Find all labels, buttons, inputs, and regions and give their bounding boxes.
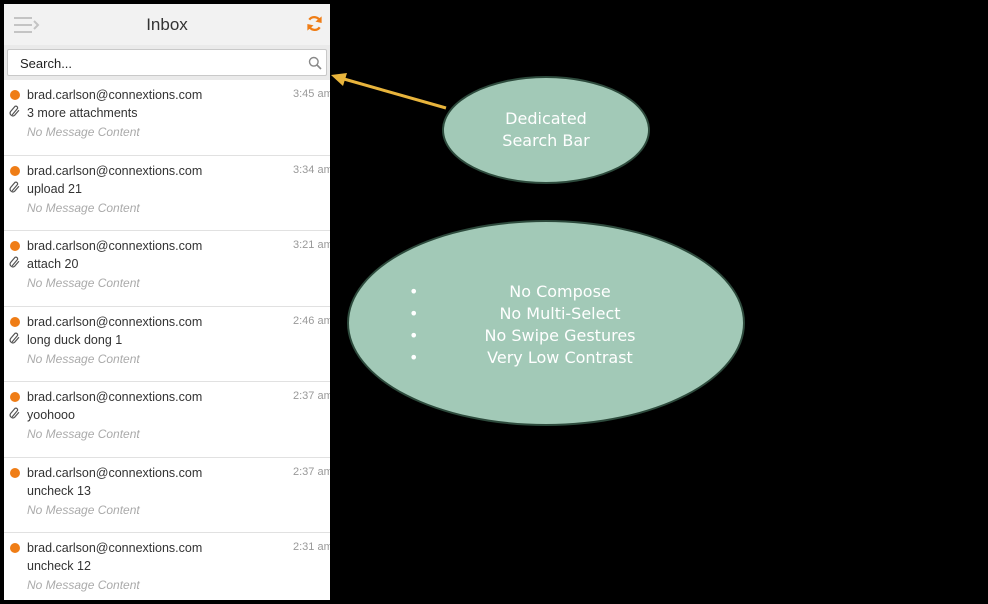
list-item[interactable]: brad.carlson@connextions.com 3:34 am upl… bbox=[4, 156, 330, 231]
message-preview: No Message Content bbox=[27, 351, 140, 366]
sender-email: brad.carlson@connextions.com bbox=[27, 314, 203, 329]
sender-email: brad.carlson@connextions.com bbox=[27, 390, 203, 404]
list-item[interactable]: brad.carlson@connextions.com 3:21 am att… bbox=[4, 231, 330, 307]
refresh-icon[interactable] bbox=[305, 14, 324, 33]
paperclip-icon bbox=[9, 105, 20, 117]
list-item[interactable]: brad.carlson@connextions.com 2:37 am unc… bbox=[4, 458, 330, 533]
message-preview: No Message Content bbox=[27, 200, 140, 215]
sender-email: brad.carlson@connextions.com bbox=[27, 88, 203, 102]
message-time: 2:37 am bbox=[293, 390, 330, 402]
sender-email: brad.carlson@connextions.com bbox=[27, 163, 203, 178]
message-preview: No Message Content bbox=[27, 276, 140, 290]
search-icon[interactable] bbox=[308, 56, 322, 70]
message-subject: 3 more attachments bbox=[27, 106, 138, 120]
unread-dot bbox=[10, 467, 20, 478]
message-subject: uncheck 13 bbox=[27, 483, 91, 498]
list-item[interactable]: brad.carlson@connextions.com 2:37 am yoo… bbox=[4, 382, 330, 458]
callout-line-1: Dedicated bbox=[505, 109, 587, 128]
message-time: 3:21 am bbox=[293, 239, 330, 251]
message-time: 2:31 am bbox=[293, 541, 330, 553]
message-time: 3:45 am bbox=[293, 88, 330, 100]
paperclip-icon bbox=[9, 181, 20, 192]
unread-dot bbox=[10, 90, 20, 100]
sender-email: brad.carlson@connextions.com bbox=[27, 541, 203, 555]
mail-app-screen: Inbox brad.carlson@connextions.com 3:45 … bbox=[4, 4, 330, 600]
message-preview: No Message Content bbox=[27, 125, 140, 139]
message-preview: No Message Content bbox=[27, 427, 140, 441]
issue-item: • No Multi-Select bbox=[349, 303, 743, 325]
sender-email: brad.carlson@connextions.com bbox=[27, 239, 203, 253]
issue-item: • No Swipe Gestures bbox=[349, 325, 743, 347]
paperclip-icon bbox=[9, 256, 20, 268]
callout-line-2: Search Bar bbox=[502, 131, 590, 150]
search-bar-callout: Dedicated Search Bar bbox=[442, 76, 650, 184]
top-bar: Inbox bbox=[4, 4, 330, 46]
page-title: Inbox bbox=[146, 15, 188, 34]
issue-item: • Very Low Contrast bbox=[349, 347, 743, 369]
issues-callout: • No Compose • No Multi-Select • No Swipe Ges… bbox=[347, 220, 745, 426]
message-subject: upload 21 bbox=[27, 181, 82, 196]
search-input[interactable] bbox=[20, 53, 290, 73]
message-subject: attach 20 bbox=[27, 257, 79, 271]
message-preview: No Message Content bbox=[27, 578, 140, 592]
issue-text: Very Low Contrast bbox=[487, 348, 633, 367]
message-subject: yoohooo bbox=[27, 408, 75, 422]
list-item[interactable]: brad.carlson@connextions.com 2:31 am unc… bbox=[4, 533, 330, 600]
unread-dot bbox=[10, 392, 20, 402]
unread-dot bbox=[10, 543, 20, 553]
paperclip-icon bbox=[9, 332, 20, 343]
issue-item: • No Compose bbox=[349, 281, 743, 303]
issue-text: No Multi-Select bbox=[499, 304, 621, 323]
message-time: 2:46 am bbox=[293, 314, 330, 327]
message-time: 2:37 am bbox=[293, 465, 330, 478]
unread-dot bbox=[10, 165, 20, 176]
issue-text: No Compose bbox=[509, 282, 611, 301]
sender-email: brad.carlson@connextions.com bbox=[27, 465, 203, 480]
unread-dot bbox=[10, 316, 20, 327]
message-subject: long duck dong 1 bbox=[27, 332, 123, 347]
list-item[interactable]: brad.carlson@connextions.com 3:45 am 3 m… bbox=[4, 80, 330, 156]
search-box bbox=[7, 49, 327, 76]
message-subject: uncheck 12 bbox=[27, 559, 91, 573]
list-item[interactable]: brad.carlson@connextions.com 2:46 am lon… bbox=[4, 307, 330, 382]
message-time: 3:34 am bbox=[293, 163, 330, 176]
search-bar bbox=[4, 45, 330, 80]
unread-dot bbox=[10, 241, 20, 251]
paperclip-icon bbox=[9, 407, 20, 419]
message-list: brad.carlson@connextions.com 3:45 am 3 m… bbox=[4, 80, 330, 600]
message-preview: No Message Content bbox=[27, 502, 140, 517]
issue-text: No Swipe Gestures bbox=[484, 326, 636, 345]
